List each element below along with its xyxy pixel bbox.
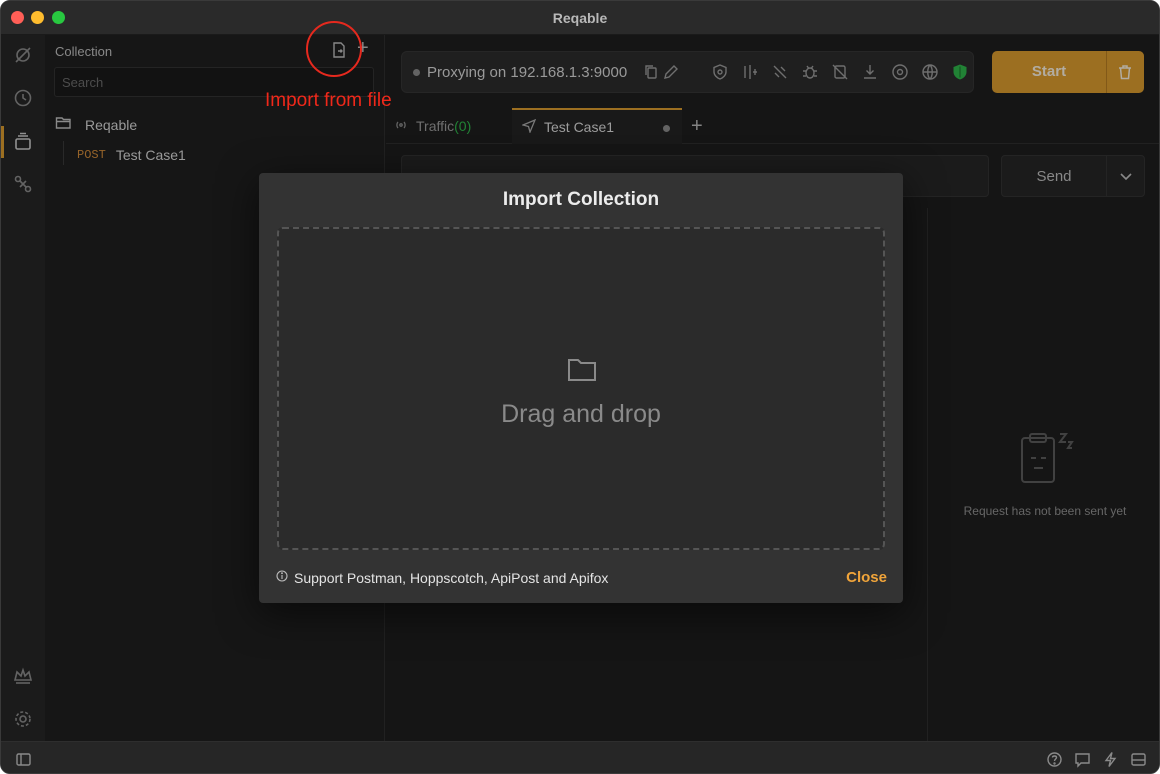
- import-collection-dialog: Import Collection Drag and drop Support …: [259, 173, 903, 603]
- feedback-icon[interactable]: [1074, 751, 1091, 768]
- dialog-title: Import Collection: [502, 189, 660, 210]
- sidebar-toggle-icon[interactable]: [15, 751, 32, 768]
- file-drop-zone[interactable]: Drag and drop: [277, 227, 885, 550]
- close-dialog-button[interactable]: Close: [846, 569, 887, 586]
- info-icon: [276, 569, 294, 587]
- dialog-info: Support Postman, Hoppscotch, ApiPost and…: [276, 569, 608, 587]
- app-window: Reqable Collection + Search Reqable POST…: [0, 0, 1160, 774]
- help-icon[interactable]: [1046, 751, 1063, 768]
- lightning-icon[interactable]: [1102, 751, 1119, 768]
- annotation-text: Import from file: [265, 90, 392, 111]
- title-bar: Reqable: [1, 1, 1159, 35]
- supported-formats-text: Support Postman, Hoppscotch, ApiPost and…: [294, 570, 609, 586]
- layout-icon[interactable]: [1130, 751, 1147, 768]
- annotation-circle: [306, 21, 362, 77]
- drop-zone-text: Drag and drop: [501, 400, 661, 428]
- folder-icon: [566, 355, 598, 383]
- window-title: Reqable: [552, 10, 608, 26]
- status-bar: [1, 741, 1159, 773]
